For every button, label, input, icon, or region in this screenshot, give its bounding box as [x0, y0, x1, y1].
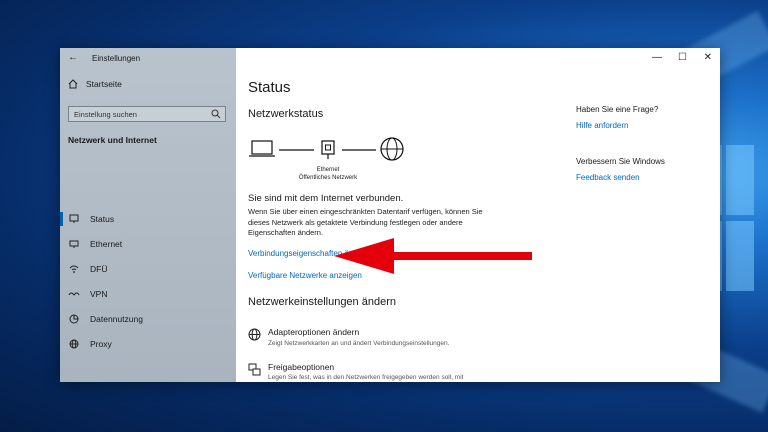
sidebar-item-label: Datennutzung: [90, 314, 143, 324]
dialup-icon: [68, 264, 80, 274]
sidebar-item-label: Proxy: [90, 339, 112, 349]
sharing-options-icon: [248, 363, 261, 376]
improve-windows-heading: Verbessern Sie Windows: [576, 157, 665, 166]
title-bar: ← Einstellungen: [60, 48, 236, 68]
adapter-options-icon: [248, 328, 261, 341]
computer-icon: [249, 140, 275, 157]
status-icon: [68, 214, 80, 224]
adapter-options-description: Zeigt Netzwerkkarten an und ändert Verbi…: [268, 340, 450, 347]
maximize-button[interactable]: ☐: [678, 52, 687, 63]
search-icon[interactable]: [211, 109, 221, 119]
minimize-button[interactable]: —: [652, 52, 662, 63]
sidebar-item-label: DFÜ: [90, 264, 108, 274]
sidebar-item-status[interactable]: Status: [60, 208, 236, 230]
ethernet-icon: [68, 239, 80, 249]
data-usage-icon: [68, 314, 80, 324]
search-input[interactable]: Einstellung suchen: [68, 106, 226, 122]
network-type: Öffentliches Netzwerk: [298, 175, 358, 181]
vpn-icon: [68, 289, 80, 299]
home-icon: [68, 79, 78, 89]
ethernet-adapter-icon: [321, 140, 335, 159]
sidebar: ← Einstellungen Startseite Einstellung s…: [60, 48, 236, 382]
globe-icon: [68, 339, 80, 349]
page-title: Status: [248, 79, 291, 96]
search-placeholder: Einstellung suchen: [74, 110, 137, 119]
home-label: Startseite: [86, 79, 122, 89]
sidebar-item-label: Status: [90, 214, 115, 224]
adapter-name: Ethernet: [316, 167, 340, 173]
get-help-link[interactable]: Hilfe anfordern: [576, 121, 628, 130]
close-button[interactable]: ✕: [704, 52, 712, 63]
sharing-options-description: Legen Sie fest, was in den Netzwerken fr…: [268, 374, 464, 381]
sidebar-item-ethernet[interactable]: Ethernet: [60, 233, 236, 255]
send-feedback-link[interactable]: Feedback senden: [576, 173, 640, 182]
connection-status-text: Sie sind mit dem Internet verbunden.: [248, 193, 404, 204]
annotation-arrow-shape: [334, 238, 532, 274]
network-status-heading: Netzwerkstatus: [248, 108, 324, 120]
sidebar-section-title: Netzwerk und Internet: [68, 135, 157, 145]
sidebar-item-vpn[interactable]: VPN: [60, 283, 236, 305]
sidebar-item-datennutzung[interactable]: Datennutzung: [60, 308, 236, 330]
main-content: — ☐ ✕ Status Netzwerkstatus Ethernet Öff…: [236, 48, 720, 382]
home-link[interactable]: Startseite: [68, 79, 122, 89]
network-diagram: Ethernet Öffentliches Netzwerk: [248, 136, 418, 186]
network-diagram-graphic: [249, 137, 404, 161]
app-title: Einstellungen: [92, 54, 141, 63]
adapter-options-link[interactable]: Adapteroptionen ändern: [268, 327, 359, 337]
sidebar-item-dfu[interactable]: DFÜ: [60, 258, 236, 280]
sidebar-item-proxy[interactable]: Proxy: [60, 333, 236, 355]
sharing-options-link[interactable]: Freigabeoptionen: [268, 362, 334, 372]
back-arrow-icon[interactable]: ←: [68, 52, 78, 63]
settings-window: ← Einstellungen Startseite Einstellung s…: [60, 48, 720, 382]
change-network-settings-heading: Netzwerkeinstellungen ändern: [248, 296, 396, 308]
sidebar-item-label: VPN: [90, 289, 108, 299]
help-question: Haben Sie eine Frage?: [576, 105, 659, 114]
internet-globe-icon: [380, 137, 404, 161]
annotation-arrow: [334, 238, 532, 274]
sidebar-item-label: Ethernet: [90, 239, 123, 249]
